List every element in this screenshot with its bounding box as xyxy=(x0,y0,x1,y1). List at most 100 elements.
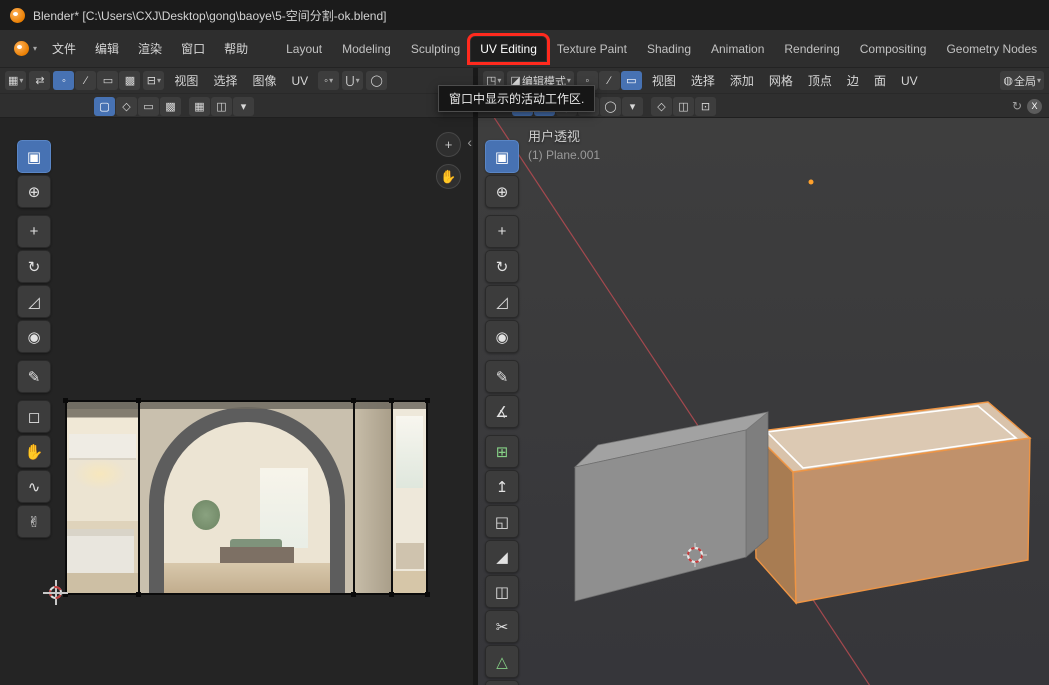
workspace-tab[interactable]: Geometry Nodes xyxy=(937,37,1046,61)
dining-table xyxy=(220,547,294,563)
viewport-menu-item[interactable]: 网格 xyxy=(762,70,800,91)
viewport-tool-spin[interactable]: ↺ xyxy=(485,680,519,685)
uv-tool-relax[interactable]: ∿ xyxy=(17,470,51,503)
workspace-tab[interactable]: UV Editing xyxy=(471,37,546,61)
editor-type-button[interactable]: ▦ ▾ xyxy=(5,71,26,90)
workspace-tab[interactable]: Rendering xyxy=(775,37,848,61)
viewport-tool-extrude-region[interactable]: ↥ xyxy=(485,470,519,503)
viewport-tool-annotate[interactable]: ✎ xyxy=(485,360,519,393)
pivot-point-dropdown[interactable]: ◦ ▾ xyxy=(318,71,339,90)
viewport-tool-add-cube[interactable]: ⊞ xyxy=(485,435,519,468)
uv-select-mode-face[interactable]: ▭ xyxy=(97,71,118,90)
selected-box xyxy=(753,402,1030,603)
workspace-tab[interactable]: Texture Paint xyxy=(548,37,636,61)
uv-header-toggle-overlay-b[interactable]: ◫ xyxy=(211,97,232,116)
workspace-tab[interactable]: Animation xyxy=(702,37,773,61)
uv-menu-item[interactable]: UV xyxy=(284,72,315,90)
menu-item[interactable]: 帮助 xyxy=(215,36,257,61)
snap-dropdown[interactable]: ⋃ ▾ xyxy=(342,71,363,90)
workspace-tab[interactable]: Modeling xyxy=(333,37,400,61)
uv-menu-item[interactable]: 选择 xyxy=(206,70,244,91)
viewport-header-toggle-xray[interactable]: ◫ xyxy=(673,97,694,116)
uv-2d-cursor[interactable] xyxy=(47,584,64,601)
proportional-edit-toggle[interactable]: ◯ xyxy=(366,71,387,90)
viewport-tool-bevel[interactable]: ◢ xyxy=(485,540,519,573)
viewport-tool-cursor[interactable]: ⊕ xyxy=(485,175,519,208)
viewport-menu-item[interactable]: 添加 xyxy=(723,70,761,91)
gizmo-x-axis[interactable]: X xyxy=(1027,99,1042,114)
viewport-tool-loop-cut[interactable]: ◫ xyxy=(485,575,519,608)
viewport-header-toggle-proportional[interactable]: ◯ xyxy=(600,97,621,116)
panorama-kitchen xyxy=(65,400,140,595)
viewport-tool-rotate[interactable]: ↻ xyxy=(485,250,519,283)
main-menus: 文件编辑渲染窗口帮助 xyxy=(43,36,257,61)
mesh-select-mode-face[interactable]: ▭ xyxy=(621,71,642,90)
menu-item[interactable]: 文件 xyxy=(43,36,85,61)
region-collapse-arrow[interactable]: ‹ xyxy=(467,134,472,150)
menu-item[interactable]: 编辑 xyxy=(86,36,128,61)
menu-item[interactable]: 渲染 xyxy=(129,36,171,61)
uv-menu-item[interactable]: 视图 xyxy=(167,70,205,91)
uv-tool-transform[interactable]: ◉ xyxy=(17,320,51,353)
uv-tool-annotate[interactable]: ✎ xyxy=(17,360,51,393)
uv-tool-grab[interactable]: ✋ xyxy=(17,435,51,468)
uv-header-toggle-overlay-menu[interactable]: ▾ xyxy=(233,97,254,116)
viewport-menu-item[interactable]: 视图 xyxy=(645,70,683,91)
viewport-tool-inset-faces[interactable]: ◱ xyxy=(485,505,519,538)
uv-header-toggle-mode-vertex[interactable]: ▢ xyxy=(94,97,115,116)
workspace-tab[interactable]: Sculpting xyxy=(402,37,469,61)
viewport-tool-measure[interactable]: ∡ xyxy=(485,395,519,428)
uv-header-toggle-mode-face[interactable]: ▭ xyxy=(138,97,159,116)
tool-icon: + xyxy=(498,223,507,240)
pan-hand-button[interactable]: ✋ xyxy=(436,164,461,189)
uv-header-toggle-mode-island[interactable]: ▩ xyxy=(160,97,181,116)
viewport-tool-poly-build[interactable]: △ xyxy=(485,645,519,678)
viewport-menu-item[interactable]: 选择 xyxy=(684,70,722,91)
uv-canvas[interactable]: ▣ ⊕ + ↻ ◿ ◉ ✎ ◻ xyxy=(0,118,473,685)
viewport-tool-select-box[interactable]: ▣ xyxy=(485,140,519,173)
uv-tool-rip-region[interactable]: ◻ xyxy=(17,400,51,433)
viewport-menu-item[interactable]: 边 xyxy=(840,70,866,91)
viewport-menu-item[interactable]: 面 xyxy=(867,70,893,91)
viewport-tool-knife[interactable]: ✂ xyxy=(485,610,519,643)
workspace-tab[interactable]: Shading xyxy=(638,37,700,61)
uv-select-mode-vertex[interactable]: ◦ xyxy=(53,71,74,90)
uv-sync-toggle[interactable]: ⇄ xyxy=(29,71,50,90)
uv-header-toggle-overlay-a[interactable]: ▦ xyxy=(189,97,210,116)
viewport-tool-move[interactable]: + xyxy=(485,215,519,248)
uv-header-toggle-mode-edge[interactable]: ◇ xyxy=(116,97,137,116)
uv-tool-scale[interactable]: ◿ xyxy=(17,285,51,318)
menu-item[interactable]: 窗口 xyxy=(172,36,214,61)
blender-menu-button[interactable]: ▾ xyxy=(8,38,43,59)
viewport-menu-item[interactable]: UV xyxy=(894,72,925,90)
workspace-tab[interactable]: Compositing xyxy=(851,37,936,61)
viewport-menu-item[interactable]: 顶点 xyxy=(801,70,839,91)
viewport-canvas[interactable]: 用户透视 (1) Plane.001 ▣ ⊕ + ↻ ◿ ◉ xyxy=(478,118,1049,685)
room-floor xyxy=(393,571,428,595)
uv-tool-cursor[interactable]: ⊕ xyxy=(17,175,51,208)
viewport-tool-scale[interactable]: ◿ xyxy=(485,285,519,318)
uv-image[interactable] xyxy=(65,400,428,595)
uv-tool-select-box[interactable]: ▣ xyxy=(17,140,51,173)
tool-icon: ◉ xyxy=(495,328,508,346)
chevron-down-icon: ▾ xyxy=(329,76,333,85)
uv-select-mode-edge[interactable]: ∕ xyxy=(75,71,96,90)
toggle-icon: ◇ xyxy=(657,100,665,113)
viewport-tool-transform[interactable]: ◉ xyxy=(485,320,519,353)
workspace-tab[interactable]: Layout xyxy=(277,37,331,61)
viewport-header-toggle-overlays[interactable]: ◇ xyxy=(651,97,672,116)
mesh-select-mode-edge[interactable]: ∕ xyxy=(599,71,620,90)
uv-menu-item[interactable]: 图像 xyxy=(245,70,283,91)
viewport-header-toggle-proportional-menu[interactable]: ▾ xyxy=(622,97,643,116)
orbit-gizmo-icon[interactable]: ↻ xyxy=(1012,99,1022,113)
uv-tool-move[interactable]: + xyxy=(17,215,51,248)
zoom-in-button[interactable]: + xyxy=(436,132,461,157)
transform-orientation-dropdown[interactable]: ◍ 全局 ▾ xyxy=(1000,71,1044,90)
sticky-selection-dropdown[interactable]: ⊟ ▾ xyxy=(143,71,164,90)
tool-icon: ◿ xyxy=(28,293,40,311)
viewport-header-toggle-shading[interactable]: ⊡ xyxy=(695,97,716,116)
uv-tool-rotate[interactable]: ↻ xyxy=(17,250,51,283)
tool-icon: ◿ xyxy=(496,293,508,311)
uv-select-mode-island[interactable]: ▩ xyxy=(119,71,140,90)
uv-tool-pinch[interactable]: ✌ xyxy=(17,505,51,538)
